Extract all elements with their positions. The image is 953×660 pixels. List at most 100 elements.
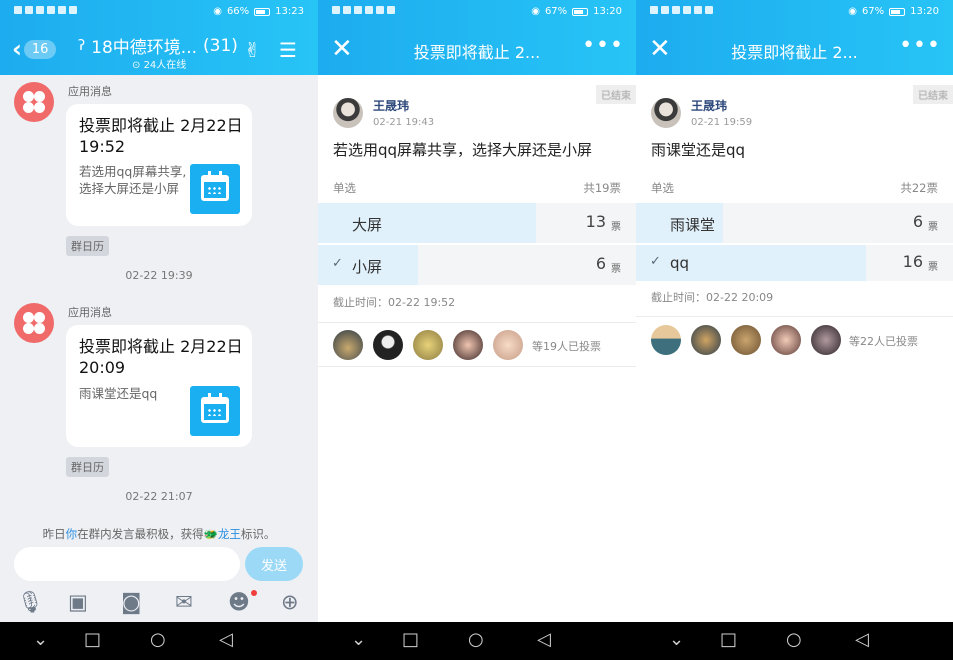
status-bar: ◉ 67% 13:20 [636,0,953,25]
voter-avatar[interactable] [373,330,403,360]
menu-icon[interactable]: ☰ [279,38,297,62]
voters-count[interactable]: 等22人已投票 [849,333,918,349]
hide-keyboard-icon[interactable]: ⌄ [351,630,366,650]
group-title[interactable]: ʔ 18中德环境... (31) [78,33,238,59]
divider [318,366,636,367]
hide-keyboard-icon[interactable]: ⌄ [33,630,48,650]
avatar[interactable] [333,98,363,128]
vote-option[interactable]: 雨课堂 6 票 [636,203,953,243]
rock-hand-icon[interactable]: ✌ [244,38,261,62]
app-avatar[interactable] [14,82,54,122]
recents-icon[interactable]: □ [84,630,101,650]
notification-dot [251,590,257,596]
vote-detail-screen: ◉ 67% 13:20 ✕ 投票即将截止 2... ••• 已结束 王晟玮 02… [636,0,953,660]
battery-icon [889,7,906,16]
home-icon[interactable]: ○ [150,630,166,650]
send-button[interactable]: 发送 [245,547,303,581]
recents-icon[interactable]: □ [720,630,737,650]
battery-percent: 67% [544,6,568,17]
vote-reminder-card[interactable]: 投票即将截止 2月22日20:09 雨课堂还是qq [66,325,252,447]
signal-icons [650,6,713,14]
option-unit: 票 [611,222,621,233]
option-unit: 票 [611,264,621,275]
status-bar: ◉ 66% 13:23 [0,0,318,25]
user-link[interactable]: 你 [66,527,78,541]
voter-avatar[interactable] [453,330,483,360]
vote-question: 若选用qq屏幕共享，选择大屏还是小屏 [333,141,593,159]
system-nav-bar: ⌄ □ ○ ◁ [0,622,318,660]
voter-avatar[interactable] [333,330,363,360]
red-packet-icon[interactable]: ✉ [175,590,193,614]
hide-keyboard-icon[interactable]: ⌄ [669,630,684,650]
vote-type: 单选 [651,181,674,195]
voter-avatar[interactable] [771,325,801,355]
camera-icon[interactable]: ◙ [121,590,141,614]
dragon-king-link[interactable]: 龙王 [218,527,241,541]
eye-icon: ◉ [213,6,222,17]
deadline: 截止时间：02-22 20:09 [651,291,774,304]
more-icon[interactable]: ••• [582,33,624,58]
option-count: 6 [595,254,606,273]
vote-option[interactable]: 大屏 13 票 [318,203,636,243]
battery-percent: 66% [226,6,250,17]
plus-icon[interactable]: ⊕ [281,590,299,614]
back-icon[interactable]: ◁ [219,630,233,650]
eye-icon: ◉ [848,6,857,17]
eye-icon: ◉ [531,6,540,17]
card-desc: 若选用qq屏幕共享,选择大屏还是小屏 [79,164,187,196]
card-title: 投票即将截止 2月22日20:09 [79,337,243,377]
dragon-icon: 🐲 [203,527,218,541]
chevron-left-icon: ‹ [12,35,22,63]
voters-count[interactable]: 等19人已投票 [532,338,601,354]
option-count: 13 [585,212,606,231]
voter-avatar[interactable] [691,325,721,355]
recents-icon[interactable]: □ [402,630,419,650]
vote-option[interactable]: ✓ qq 16 票 [636,245,953,281]
option-unit: 票 [928,222,938,233]
microphone-icon[interactable]: 🎙 [17,590,44,615]
vote-option[interactable]: ✓ 小屏 6 票 [318,245,636,285]
voter-avatar[interactable] [811,325,841,355]
voter-avatar[interactable] [731,325,761,355]
online-count: ⊙ 24人在线 [132,60,187,71]
chat-header: ‹ 16 ʔ 18中德环境... (31) ⊙ 24人在线 ✌ ☰ [0,25,318,75]
back-icon[interactable]: ◁ [537,630,551,650]
member-count: (31) [203,35,238,56]
vote-reminder-card[interactable]: 投票即将截止 2月22日19:52 若选用qq屏幕共享,选择大屏还是小屏 [66,104,252,226]
battery-icon [572,7,589,16]
emoji-icon[interactable]: ☻ [228,590,250,614]
avatar[interactable] [651,98,681,128]
back-icon[interactable]: ◁ [855,630,869,650]
check-icon: ✓ [650,254,661,269]
message-input[interactable] [14,547,240,581]
voter-avatar[interactable] [493,330,523,360]
vote-bar-fill [318,203,536,243]
signal-icons [14,6,77,14]
battery-percent: 67% [861,6,885,17]
calendar-tag[interactable]: 群日历 [66,236,109,256]
image-icon[interactable]: ▣ [68,590,88,614]
system-nav-bar: ⌄ □ ○ ◁ [636,622,953,660]
timestamp: 02-22 19:39 [125,269,193,282]
home-icon[interactable]: ○ [786,630,802,650]
calendar-icon [190,164,240,214]
back-button[interactable]: ‹ 16 [12,35,57,63]
card-title: 投票即将截止 2月22日19:52 [79,116,243,156]
app-avatar[interactable] [14,303,54,343]
post-time: 02-21 19:43 [373,117,435,128]
option-count: 16 [902,252,923,271]
author-name[interactable]: 王晟玮 [373,97,409,114]
home-icon[interactable]: ○ [468,630,484,650]
more-icon[interactable]: ••• [899,33,941,58]
author-name[interactable]: 王晟玮 [691,97,727,114]
deadline: 截止时间：02-22 19:52 [333,296,456,309]
calendar-icon [190,386,240,436]
sender-name: 应用消息 [68,306,112,319]
calendar-tag[interactable]: 群日历 [66,457,109,477]
option-label: 大屏 [352,216,383,234]
chat-screen: ◉ 66% 13:23 ‹ 16 ʔ 18中德环境... (31) ⊙ 24人在… [0,0,318,660]
option-unit: 票 [928,262,938,273]
voter-avatar[interactable] [651,325,681,355]
voter-avatar[interactable] [413,330,443,360]
battery-icon [254,7,271,16]
